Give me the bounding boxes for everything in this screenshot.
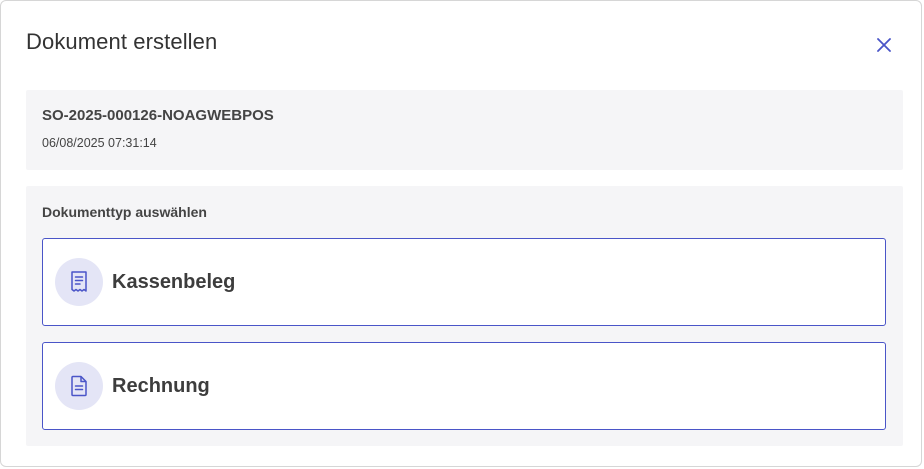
receipt-icon-circle [55,258,103,306]
document-number: SO-2025-000126-NOAGWEBPOS [42,107,274,124]
create-document-dialog: Dokument erstellen SO-2025-000126-NOAGWE… [0,0,922,467]
close-icon [877,38,891,52]
close-button[interactable] [869,30,899,60]
document-datetime: 06/08/2025 07:31:14 [42,136,157,150]
option-kassenbeleg[interactable]: Kassenbeleg [42,238,886,326]
document-type-panel: Dokumenttyp auswählen Kassenbeleg Rechnu… [26,186,903,446]
option-label: Kassenbeleg [112,270,236,293]
option-label: Rechnung [112,374,210,397]
invoice-icon-circle [55,362,103,410]
document-info-panel: SO-2025-000126-NOAGWEBPOS 06/08/2025 07:… [26,90,903,170]
invoice-document-icon [71,375,87,397]
receipt-icon [71,271,87,292]
document-type-label: Dokumenttyp auswählen [42,204,207,220]
option-rechnung[interactable]: Rechnung [42,342,886,430]
dialog-title: Dokument erstellen [26,29,218,54]
